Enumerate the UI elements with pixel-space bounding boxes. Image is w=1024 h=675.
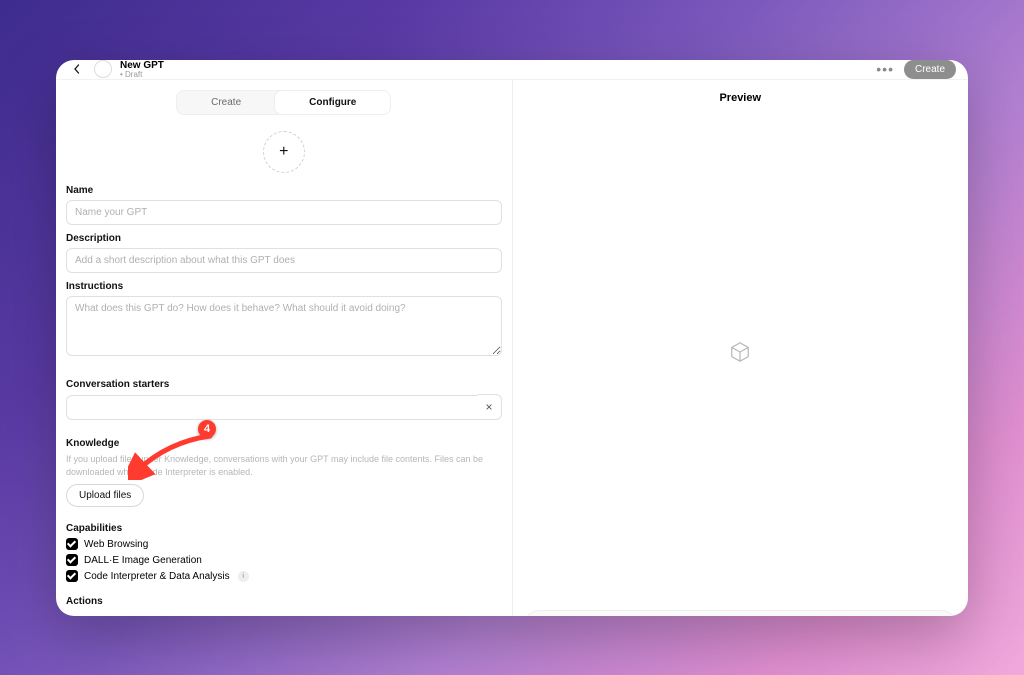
create-button[interactable]: Create — [904, 60, 956, 79]
actions-label: Actions — [66, 596, 502, 607]
checkbox-checked-icon[interactable] — [66, 538, 78, 550]
plus-icon: + — [279, 143, 288, 161]
description-input[interactable] — [66, 248, 502, 273]
remove-starter-button[interactable]: × — [478, 394, 502, 420]
draft-status: • Draft — [120, 71, 164, 80]
conversation-starter-input[interactable] — [66, 395, 478, 420]
page-title: New GPT — [120, 60, 164, 71]
title-text: New GPT • Draft — [120, 60, 164, 80]
knowledge-label: Knowledge — [66, 438, 502, 449]
instructions-label: Instructions — [66, 281, 502, 292]
message-bar: ? — [523, 610, 959, 615]
capability-code-interpreter[interactable]: Code Interpreter & Data Analysis i — [66, 570, 502, 582]
titlebar: New GPT • Draft ••• Create — [56, 60, 968, 81]
more-menu-icon[interactable]: ••• — [876, 61, 894, 77]
preview-panel: Preview ? — [513, 80, 969, 615]
conversation-starters-label: Conversation starters — [66, 379, 502, 390]
tab-create[interactable]: Create — [177, 91, 275, 114]
knowledge-hint: If you upload files under Knowledge, con… — [66, 453, 502, 478]
name-input[interactable] — [66, 200, 502, 225]
gpt-avatar-placeholder — [94, 60, 112, 78]
capability-dalle[interactable]: DALL·E Image Generation — [66, 554, 502, 566]
cube-icon — [729, 341, 751, 363]
configure-panel: Create Configure + Name Description Inst… — [56, 80, 513, 615]
tab-segment: Create Configure — [176, 90, 391, 115]
instructions-textarea[interactable] — [66, 296, 502, 356]
preview-empty-area — [513, 104, 969, 600]
back-button[interactable] — [68, 64, 86, 74]
checkbox-checked-icon[interactable] — [66, 570, 78, 582]
capability-label: Code Interpreter & Data Analysis — [84, 571, 230, 582]
checkbox-checked-icon[interactable] — [66, 554, 78, 566]
capability-label: Web Browsing — [84, 539, 148, 550]
info-icon[interactable]: i — [238, 571, 249, 582]
capabilities-label: Capabilities — [66, 523, 502, 534]
avatar-upload-button[interactable]: + — [263, 131, 305, 173]
upload-files-button[interactable]: Upload files — [66, 484, 144, 507]
preview-title: Preview — [513, 80, 969, 104]
tab-configure[interactable]: Configure — [274, 90, 391, 115]
gpt-editor-window: New GPT • Draft ••• Create Create Config… — [56, 60, 968, 616]
capability-web-browsing[interactable]: Web Browsing — [66, 538, 502, 550]
description-label: Description — [66, 233, 502, 244]
capability-label: DALL·E Image Generation — [84, 555, 202, 566]
close-icon: × — [485, 400, 492, 414]
name-label: Name — [66, 185, 502, 196]
